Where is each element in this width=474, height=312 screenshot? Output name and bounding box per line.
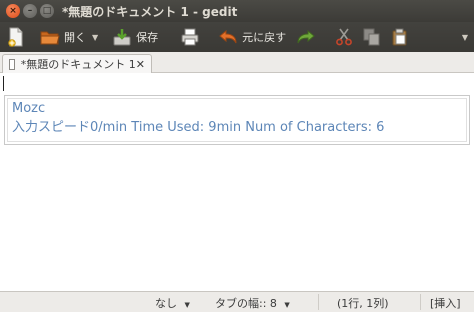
text-editor[interactable]: Mozc 入力スピード0/min Time Used: 9min Num of … [0,73,474,291]
tab-bar: *無題のドキュメント 1 ✕ [0,52,474,73]
overflow-arrow-icon: ▼ [461,32,468,42]
mozc-stats: 入力スピード0/min Time Used: 9min Num of Chara… [12,120,385,135]
syntax-selector[interactable]: なし ▼ [155,295,190,311]
status-bar: なし ▼ タブの幅:: 8 ▼ (1行, 1列) [挿入] [0,291,474,312]
syntax-dropdown-icon: ▼ [184,301,190,309]
copy-button[interactable] [362,24,382,50]
save-label: 保存 [136,31,159,44]
new-document-button[interactable] [6,24,26,50]
status-separator [420,294,421,310]
toolbar-overflow-button[interactable]: ▼ [456,24,468,50]
mozc-title: Mozc [12,101,46,116]
copy-icon [362,27,382,47]
mozc-panel-inner: Mozc 入力スピード0/min Time Used: 9min Num of … [7,98,467,142]
status-separator [318,294,319,310]
tab-width-dropdown-icon: ▼ [284,301,290,309]
cut-icon [334,27,354,47]
tab-width-selector[interactable]: タブの幅:: 8 ▼ [215,295,290,311]
undo-icon [218,27,238,47]
print-button[interactable] [180,24,200,50]
open-folder-icon [40,27,60,47]
new-document-icon [6,27,26,47]
window-close-button[interactable]: × [6,4,20,18]
window-maximize-button[interactable]: □ [40,4,54,18]
insert-mode: [挿入] [430,297,461,310]
window-controls: × – □ [6,4,54,18]
save-icon [112,27,132,47]
window-minimize-button[interactable]: – [23,4,37,18]
open-dropdown-arrow-icon[interactable]: ▼ [92,33,98,42]
undo-button[interactable]: 元に戻す [218,24,286,50]
cursor-position: (1行, 1列) [337,297,389,310]
paste-button[interactable] [390,24,410,50]
toolbar: 開く ▼ 保存 元に戻す ▼ [0,22,474,52]
syntax-label: なし [155,297,177,310]
redo-button[interactable] [296,24,316,50]
window-title: *無題のドキュメント 1 - gedit [62,4,238,19]
undo-label: 元に戻す [242,31,287,44]
tab-label: *無題のドキュメント 1 [20,58,136,71]
open-label: 開く [64,31,86,44]
mozc-panel: Mozc 入力スピード0/min Time Used: 9min Num of … [4,95,470,145]
title-bar: × – □ *無題のドキュメント 1 - gedit [0,0,474,22]
tab-close-icon[interactable]: ✕ [136,58,145,71]
paste-icon [390,27,410,47]
document-icon [9,58,15,70]
tab-width-label: タブの幅:: 8 [215,297,277,310]
tab-untitled-document[interactable]: *無題のドキュメント 1 ✕ [2,54,152,73]
save-button[interactable]: 保存 [112,24,158,50]
text-caret [3,76,4,91]
redo-icon [296,27,316,47]
print-icon [180,27,200,47]
open-button[interactable]: 開く ▼ [40,24,98,50]
cut-button[interactable] [334,24,354,50]
